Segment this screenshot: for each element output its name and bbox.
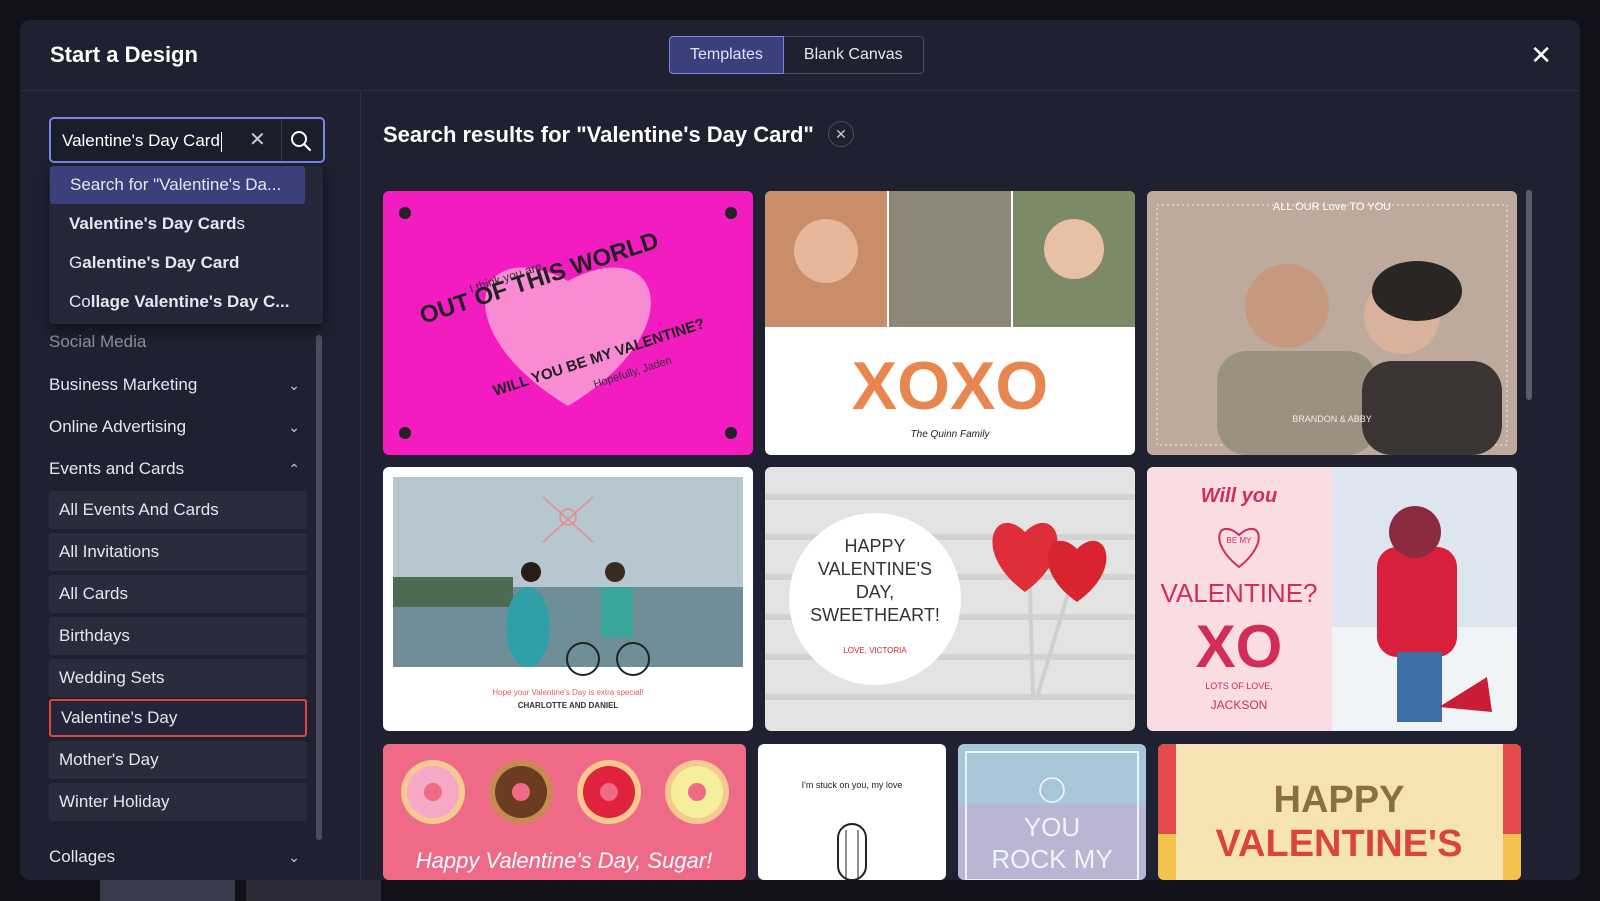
svg-text:Happy Valentine's Day, Sugar!: Happy Valentine's Day, Sugar!: [416, 848, 712, 873]
svg-text:Will you: Will you: [1201, 485, 1277, 507]
results-title: Search results for "Valentine's Day Card…: [383, 122, 814, 147]
template-card-cactus[interactable]: I'm stuck on you, my love: [758, 744, 946, 880]
subitem-birthdays[interactable]: Birthdays: [49, 617, 307, 655]
subitem-all-invitations[interactable]: All Invitations: [49, 533, 307, 571]
card-artwork: HAPPY VALENTINE'S DAY, SWEETHEART! LOVE,…: [765, 467, 1135, 731]
svg-text:LOVE, VICTORIA: LOVE, VICTORIA: [843, 646, 907, 655]
svg-text:The Quinn Family: The Quinn Family: [911, 429, 991, 440]
svg-text:CHARLOTTE AND DANIEL: CHARLOTTE AND DANIEL: [518, 701, 619, 710]
suggestion-item[interactable]: Galentine's Day Card: [49, 244, 307, 282]
svg-text:LOTS OF LOVE,: LOTS OF LOVE,: [1205, 681, 1273, 691]
chevron-up-icon: ⌃: [288, 460, 300, 477]
search-input-value: Valentine's Day Card: [62, 131, 220, 150]
svg-text:ALL OUR Love TO YOU: ALL OUR Love TO YOU: [1273, 201, 1391, 213]
svg-text:I'm stuck on you, my love: I'm stuck on you, my love: [802, 780, 903, 790]
svg-text:JACKSON: JACKSON: [1211, 698, 1268, 712]
subitem-wedding-sets[interactable]: Wedding Sets: [49, 659, 307, 697]
card-artwork: I'm stuck on you, my love: [758, 744, 946, 880]
search-suggestions: Search for "Valentine's Da... Valentine'…: [49, 166, 323, 324]
start-design-modal: Start a Design Templates Blank Canvas ✕ …: [20, 20, 1580, 880]
chevron-down-icon: ⌄: [288, 376, 300, 393]
card-artwork: ALL OUR Love TO YOU BRANDON & ABBY: [1147, 191, 1517, 455]
search-icon[interactable]: [289, 129, 313, 153]
template-card-out-of-this-world[interactable]: I think you are OUT OF THIS WORLD WILL Y…: [383, 191, 753, 455]
template-card-will-you-be-my-valentine[interactable]: Will you BE MY VALENTINE? XO LOTS OF LOV…: [1147, 467, 1517, 731]
sidebar: Valentine's Day Card ✕ Search for "Valen…: [20, 90, 361, 880]
svg-text:ROCK MY: ROCK MY: [991, 844, 1112, 874]
svg-text:BE MY: BE MY: [1227, 536, 1253, 545]
card-artwork: Happy Valentine's Day, Sugar!: [383, 744, 746, 880]
card-artwork: YOU ROCK MY: [958, 744, 1146, 880]
template-card-donuts[interactable]: Happy Valentine's Day, Sugar!: [383, 744, 746, 880]
chevron-down-icon: ⌄: [288, 418, 300, 435]
svg-text:VALENTINE'S: VALENTINE'S: [818, 559, 932, 579]
suggestion-item[interactable]: Co llage Valentine's Day C...: [49, 283, 307, 321]
subitem-winter-holiday[interactable]: Winter Holiday: [49, 783, 307, 821]
suggestion-item[interactable]: Valentine's Day Card s: [49, 205, 307, 243]
subitem-all-events-and-cards[interactable]: All Events And Cards: [49, 491, 307, 529]
svg-text:VALENTINE'S: VALENTINE'S: [1216, 823, 1463, 865]
close-icon[interactable]: ✕: [1530, 42, 1552, 68]
template-card-happy-valentines-rainbow[interactable]: HAPPY VALENTINE'S: [1158, 744, 1521, 880]
card-artwork: HAPPY VALENTINE'S: [1158, 744, 1521, 880]
svg-text:HAPPY: HAPPY: [1274, 779, 1405, 821]
modal-title: Start a Design: [50, 42, 198, 67]
tab-group: Templates Blank Canvas: [669, 36, 924, 74]
chevron-down-icon: ⌄: [288, 848, 300, 865]
search-input[interactable]: Valentine's Day Card ✕: [49, 117, 325, 163]
text-caret: [220, 131, 222, 152]
search-divider: [281, 119, 282, 161]
svg-text:XO: XO: [1196, 613, 1283, 680]
suggestion-item[interactable]: Search for "Valentine's Da...: [50, 166, 305, 204]
svg-text:DAY,: DAY,: [856, 582, 894, 602]
tab-blank-canvas[interactable]: Blank Canvas: [783, 36, 924, 74]
sidebar-scrollbar[interactable]: [316, 335, 322, 840]
category-business-marketing[interactable]: Business Marketing ⌄: [49, 370, 300, 400]
card-artwork: I think you are OUT OF THIS WORLD WILL Y…: [383, 191, 753, 455]
svg-text:HAPPY: HAPPY: [844, 536, 905, 556]
svg-text:SWEETHEART!: SWEETHEART!: [810, 605, 940, 625]
template-card-you-rock-my[interactable]: YOU ROCK MY: [958, 744, 1146, 880]
card-artwork: Hope your Valentine's Day is extra speci…: [383, 467, 753, 731]
tab-templates[interactable]: Templates: [669, 36, 784, 74]
card-artwork: XOXO The Quinn Family: [765, 191, 1135, 455]
template-card-xoxo[interactable]: XOXO The Quinn Family: [765, 191, 1135, 455]
subitem-mothers-day[interactable]: Mother's Day: [49, 741, 307, 779]
template-card-all-our-love[interactable]: ALL OUR Love TO YOU BRANDON & ABBY: [1147, 191, 1517, 455]
svg-text:Hope your Valentine's Day is e: Hope your Valentine's Day is extra speci…: [492, 688, 643, 697]
subitem-valentines-day[interactable]: Valentine's Day: [49, 699, 307, 737]
category-social-media[interactable]: Social Media: [49, 327, 300, 357]
svg-text:VALENTINE?: VALENTINE?: [1160, 578, 1317, 608]
category-online-advertising[interactable]: Online Advertising ⌄: [49, 412, 300, 442]
svg-text:BRANDON & ABBY: BRANDON & ABBY: [1292, 414, 1372, 424]
clear-search-icon[interactable]: ✕: [249, 127, 266, 152]
modal-header: Start a Design Templates Blank Canvas ✕: [20, 20, 1580, 91]
svg-text:YOU: YOU: [1024, 812, 1080, 842]
results-scrollbar[interactable]: [1526, 190, 1532, 400]
category-events-and-cards[interactable]: Events and Cards ⌃: [49, 454, 300, 484]
category-collages[interactable]: Collages ⌄: [49, 842, 300, 872]
clear-results-icon[interactable]: ✕: [828, 121, 854, 147]
subitem-all-cards[interactable]: All Cards: [49, 575, 307, 613]
template-card-sweetheart[interactable]: HAPPY VALENTINE'S DAY, SWEETHEART! LOVE,…: [765, 467, 1135, 731]
template-card-couple-bicycle[interactable]: Hope your Valentine's Day is extra speci…: [383, 467, 753, 731]
results-panel: Search results for "Valentine's Day Card…: [361, 90, 1580, 880]
svg-text:XOXO: XOXO: [852, 348, 1049, 424]
card-artwork: Will you BE MY VALENTINE? XO LOTS OF LOV…: [1147, 467, 1517, 731]
